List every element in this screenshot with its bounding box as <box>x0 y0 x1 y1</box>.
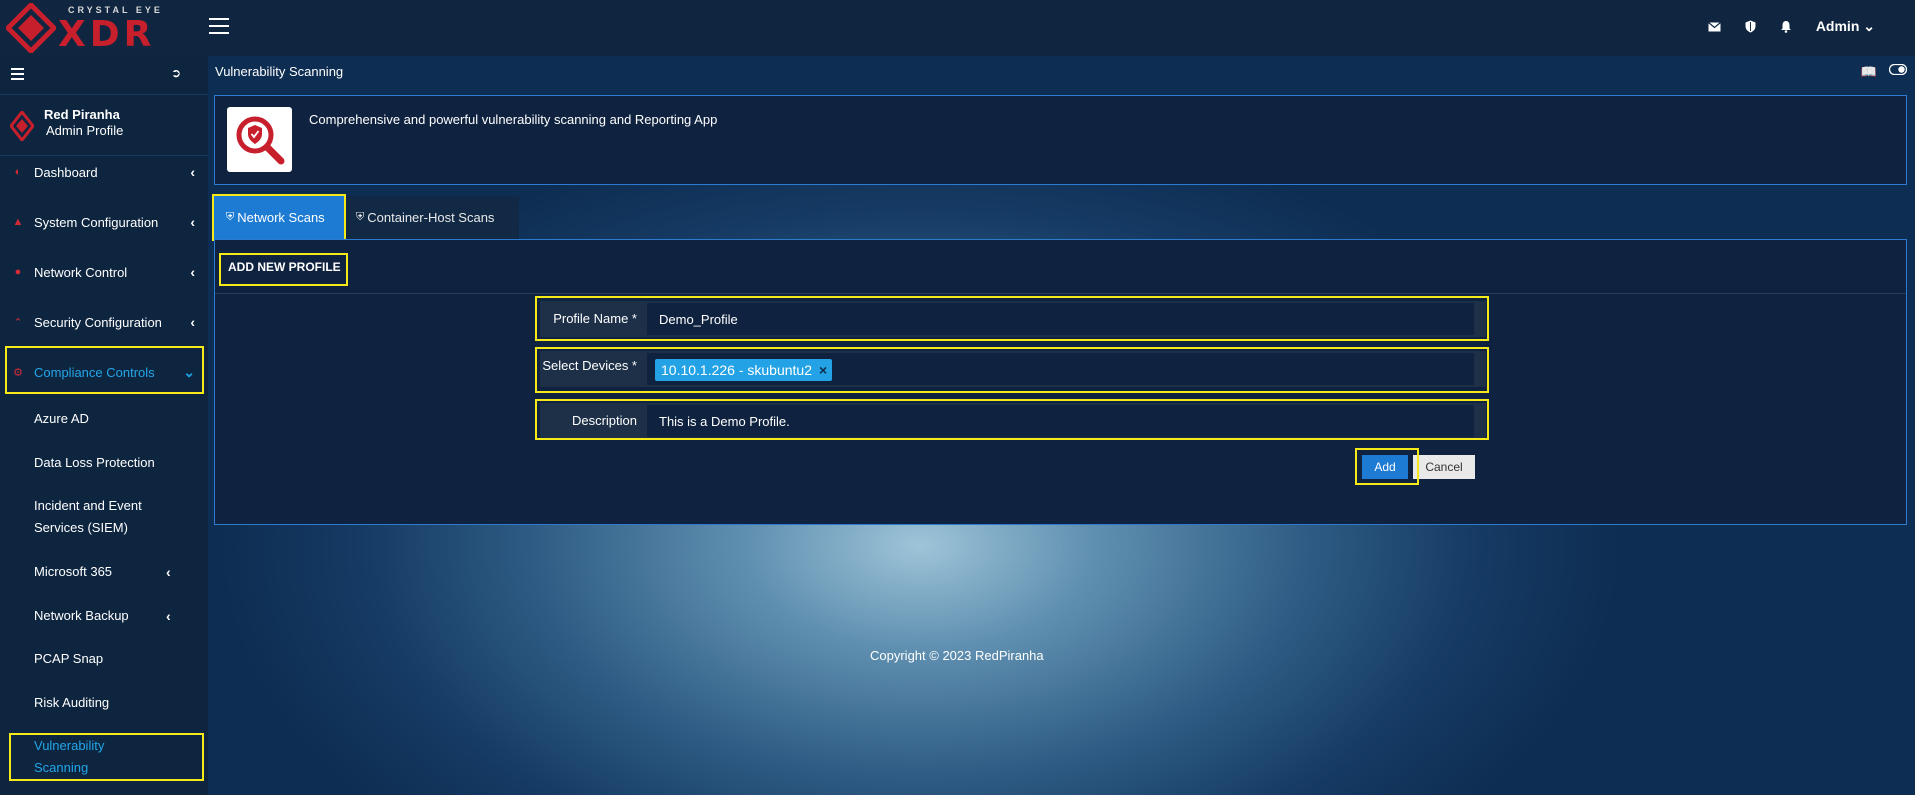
sidebar-item-label: Dashboard <box>34 164 98 180</box>
app-info-card: Comprehensive and powerful vulnerability… <box>214 95 1907 185</box>
sidebar-item-siem[interactable]: Incident and Event Services (SIEM) <box>34 495 142 539</box>
chevron-left-icon: ‹ <box>166 608 171 624</box>
logout-icon[interactable]: ➲ <box>171 66 181 80</box>
security-icon: ⌃ <box>13 316 23 329</box>
user-name: Admin <box>1815 18 1860 34</box>
sidebar-item-compliance-controls[interactable]: ⚙ Compliance Controls ⌄ <box>0 352 208 392</box>
shield-icon: ⛨ <box>356 211 365 223</box>
chevron-down-icon: ⌄ <box>1863 18 1875 34</box>
envelope-icon[interactable] <box>1707 21 1721 32</box>
sidebar-item-vulnerability-scanning[interactable]: Vulnerability Scanning <box>34 735 104 779</box>
chevron-down-icon: ⌄ <box>183 363 195 380</box>
tab-container-host-scans[interactable]: ⛨ Container-Host Scans <box>344 196 519 239</box>
crystal-eye-xdr-logo[interactable]: CRYSTAL EYE XDR <box>6 2 206 55</box>
vulnerability-search-icon <box>236 116 285 165</box>
cancel-button[interactable]: Cancel <box>1413 455 1475 479</box>
toggle-icon[interactable] <box>1889 64 1907 75</box>
sidebar-item-label: Microsoft 365 <box>34 564 113 579</box>
book-icon[interactable]: 📖 <box>1861 64 1877 80</box>
brand-name: XDR <box>58 14 156 55</box>
sidebar-item-label: System Configuration <box>34 214 159 230</box>
user-menu[interactable]: Admin ⌄ <box>1816 18 1875 35</box>
user-profile[interactable]: Red Piranha Admin Profile <box>0 94 208 156</box>
app-logo <box>227 107 292 172</box>
avatar <box>10 111 34 141</box>
sidebar-item-network-backup[interactable]: Network Backup ‹ <box>34 605 171 627</box>
chevron-left-icon: ‹ <box>166 564 171 580</box>
sidebar-item-system-configuration[interactable]: ▲ System Configuration ‹ <box>0 202 208 242</box>
sidebar-item-data-loss-protection[interactable]: Data Loss Protection <box>34 452 155 474</box>
shield-icon[interactable] <box>1745 20 1756 33</box>
sidebar-item-azure-ad[interactable]: Azure AD <box>34 408 89 430</box>
network-icon: ● <box>14 266 22 278</box>
description-row: Description <box>540 403 1486 439</box>
logo-mark-icon <box>6 3 56 53</box>
copyright-footer: Copyright © 2023 RedPiranha <box>870 648 1044 663</box>
top-bar: CRYSTAL EYE XDR Admin ⌄ <box>0 0 1915 56</box>
chevron-left-icon: ‹ <box>190 264 195 280</box>
sidebar-item-risk-auditing[interactable]: Risk Auditing <box>34 692 109 714</box>
tab-label: Network Scans <box>237 210 325 225</box>
app-description: Comprehensive and powerful vulnerability… <box>309 112 718 127</box>
device-tag: 10.10.1.226 - skubuntu2 × <box>655 359 833 381</box>
chevron-left-icon: ‹ <box>190 214 195 230</box>
description-label: Description <box>571 413 637 428</box>
select-devices-row: Select Devices * 10.10.1.226 - skubuntu2… <box>540 351 1486 387</box>
sidebar-item-pcap-snap[interactable]: PCAP Snap <box>34 648 103 670</box>
sidebar-item-label: Services (SIEM) <box>34 520 128 535</box>
compliance-icon: ⚙ <box>13 366 23 379</box>
tab-network-scans[interactable]: ⛨ Network Scans <box>214 196 344 239</box>
sidebar-collapse-icon[interactable] <box>11 68 24 83</box>
panel-header: ADD NEW PROFILE <box>215 240 1906 294</box>
home-icon: ▲ <box>12 216 24 228</box>
sidebar-item-microsoft-365[interactable]: Microsoft 365 ‹ <box>34 561 171 583</box>
sidebar-item-label: Compliance Controls <box>34 364 155 380</box>
sidebar-item-dashboard[interactable]: ◐ Dashboard ‹ <box>0 152 208 192</box>
sidebar-item-label: Incident and Event <box>34 498 142 513</box>
sidebar-item-label: Risk Auditing <box>34 695 110 710</box>
add-new-profile-button[interactable]: ADD NEW PROFILE <box>228 260 341 274</box>
top-actions: Admin ⌄ <box>1707 18 1875 35</box>
header-actions: 📖 <box>1861 64 1907 80</box>
chevron-left-icon: ‹ <box>190 164 195 180</box>
profile-name-label: Profile Name * <box>553 311 637 326</box>
sidebar-item-label: PCAP Snap <box>34 651 104 666</box>
content-header: Vulnerability Scanning 📖 <box>208 56 1915 86</box>
profile-name-input[interactable] <box>647 303 1474 335</box>
add-button[interactable]: Add <box>1362 455 1408 479</box>
remove-tag-icon[interactable]: × <box>819 359 827 381</box>
profile-role: Admin Profile <box>46 123 124 138</box>
sidebar-item-label: Security Configuration <box>34 314 162 330</box>
sidebar-item-label: Vulnerability <box>34 738 105 753</box>
sidebar-item-security-configuration[interactable]: ⌃ Security Configuration ‹ <box>0 302 208 342</box>
menu-toggle-icon[interactable] <box>209 18 229 39</box>
bell-icon[interactable] <box>1780 20 1792 33</box>
select-devices-label: Select Devices * <box>542 358 637 373</box>
dashboard-icon: ◐ <box>14 166 22 178</box>
scan-tabs: ⛨ Network Scans ⛨ Container-Host Scans <box>214 196 519 239</box>
shield-icon: ⛨ <box>226 211 235 223</box>
sidebar-item-label: Network Control <box>34 264 128 280</box>
sidebar-item-label: Data Loss Protection <box>34 455 155 470</box>
description-input[interactable] <box>647 405 1474 437</box>
sidebar-item-network-control[interactable]: ● Network Control ‹ <box>0 252 208 292</box>
sidebar-toolbar: ➲ <box>0 56 208 94</box>
chevron-left-icon: ‹ <box>190 314 195 330</box>
tab-label: Container-Host Scans <box>367 210 495 225</box>
sidebar-item-label: Network Backup <box>34 608 129 623</box>
profile-name-row: Profile Name * <box>540 301 1486 337</box>
profile-name: Red Piranha <box>44 107 120 122</box>
page-title: Vulnerability Scanning <box>215 64 344 79</box>
sidebar-item-label: Azure AD <box>34 411 89 426</box>
sidebar-item-label: Scanning <box>34 760 89 775</box>
device-tag-label: 10.10.1.226 - skubuntu2 <box>661 362 813 378</box>
